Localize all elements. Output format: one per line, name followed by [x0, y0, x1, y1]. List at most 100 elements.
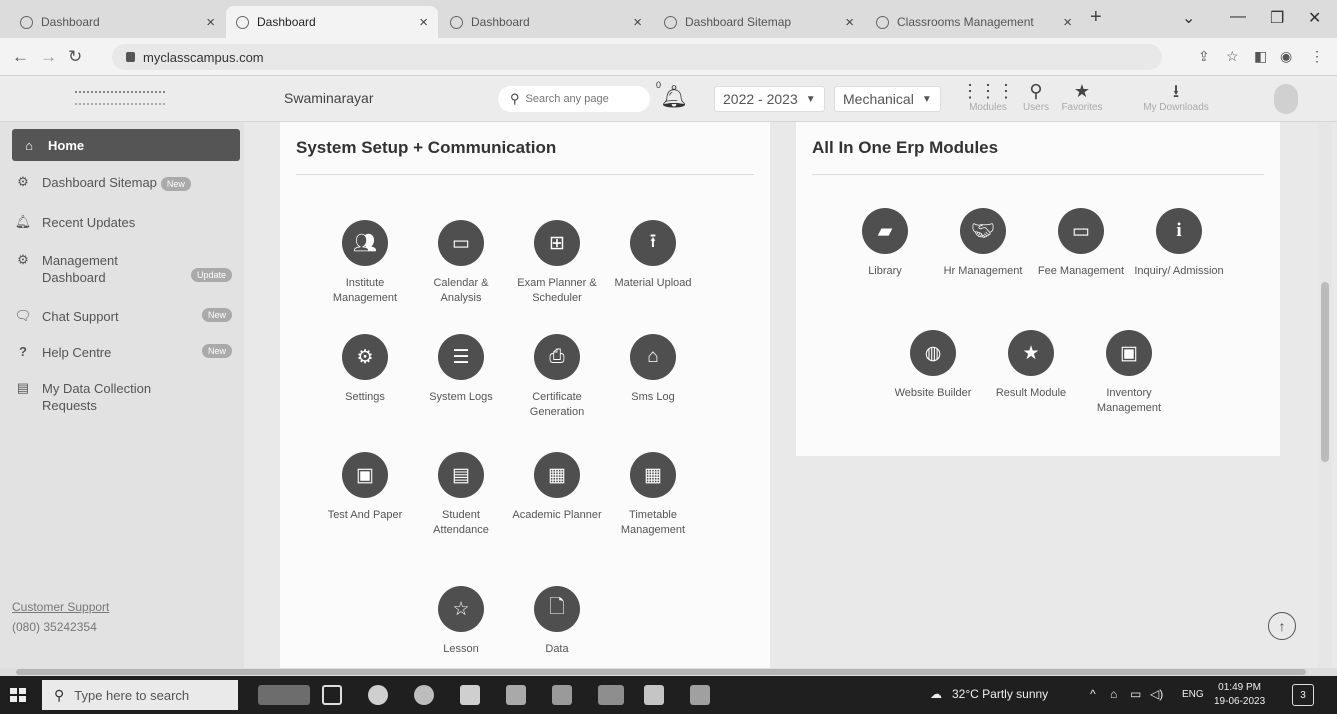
profile-icon[interactable]: ◉ — [1280, 48, 1292, 65]
module-timetable-management[interactable]: ▦ Timetable Management — [608, 452, 698, 538]
customer-support: Customer Support (080) 35242354 — [12, 600, 109, 634]
scroll-to-top-button[interactable]: ↑ — [1268, 612, 1296, 640]
chrome-icon[interactable] — [368, 685, 388, 705]
browser-tab[interactable]: Dashboard × — [440, 6, 652, 38]
module-inquiry-admission[interactable]: i Inquiry/ Admission — [1134, 208, 1224, 279]
module-calendar-analysis[interactable]: ▭ Calendar & Analysis — [416, 220, 506, 306]
close-icon[interactable]: × — [1063, 14, 1072, 31]
document-icon: ▤ — [16, 380, 30, 395]
tab-search-icon[interactable]: ⌄ — [1182, 8, 1195, 28]
reload-icon[interactable]: ↻ — [68, 47, 82, 67]
url-field[interactable]: myclasscampus.com — [112, 44, 1162, 70]
calculator-icon[interactable] — [552, 685, 572, 705]
weather-text[interactable]: 32°C Partly sunny — [952, 687, 1048, 701]
module-material-upload[interactable]: ⭱ Material Upload — [608, 220, 698, 291]
taskbar-search[interactable]: ⚲ Type here to search — [42, 680, 238, 710]
module-academic-planner[interactable]: ▦ Academic Planner — [512, 452, 602, 523]
module-test-and-paper[interactable]: ▣ Test And Paper — [320, 452, 410, 523]
academic-year-select[interactable]: 2022 - 2023 ▼ — [714, 86, 825, 112]
browser-tab-active[interactable]: Dashboard × — [226, 6, 438, 38]
search-input[interactable] — [525, 93, 636, 105]
close-icon[interactable]: × — [206, 14, 215, 31]
customer-support-link[interactable]: Customer Support — [12, 600, 109, 614]
close-icon[interactable]: × — [419, 14, 428, 31]
clock[interactable]: 01:49 PM 19-06-2023 — [1214, 681, 1265, 709]
vertical-scrollbar[interactable] — [1318, 122, 1332, 668]
module-institute-management[interactable]: 👥︎ Institute Management — [320, 220, 410, 306]
minimize-button[interactable]: — — [1230, 8, 1246, 26]
divider — [296, 174, 754, 175]
browser-tab[interactable]: Dashboard × — [10, 6, 225, 38]
sidebar-item-help-centre[interactable]: ? Help Centre New — [14, 344, 238, 361]
module-settings[interactable]: ⚙ Settings — [320, 334, 410, 405]
downloads-label: My Downloads — [1143, 102, 1209, 113]
server-icon: ☰ — [438, 334, 484, 380]
sidebar-item-dashboard-sitemap[interactable]: ⚙ Dashboard Sitemap New — [14, 174, 238, 193]
module-result[interactable]: ★ Result Module — [986, 330, 1076, 401]
weather-icon[interactable]: ☁ — [930, 687, 942, 701]
module-label: System Logs — [429, 391, 493, 403]
sidebar-item-recent-updates[interactable]: 🔔︎ Recent Updates — [14, 214, 238, 231]
language-indicator[interactable]: ENG — [1182, 689, 1204, 700]
module-exam-planner[interactable]: ⊞ Exam Planner & Scheduler — [512, 220, 602, 306]
downloads-link[interactable]: ⭳ My Downloads — [1126, 80, 1226, 113]
restore-button[interactable]: ❐ — [1270, 8, 1284, 28]
campus-logo[interactable] — [60, 84, 180, 112]
word-icon[interactable] — [644, 685, 664, 705]
calendar-icon: ▭ — [438, 220, 484, 266]
scrollbar-thumb[interactable] — [1321, 282, 1329, 462]
close-icon[interactable]: × — [633, 14, 642, 31]
module-fee-management[interactable]: ▭ Fee Management — [1036, 208, 1126, 279]
share-icon[interactable]: ⇪ — [1198, 48, 1210, 65]
file-explorer-icon[interactable] — [460, 685, 480, 705]
task-view-icon[interactable] — [322, 685, 342, 705]
sidebar-item-management-dashboard[interactable]: ⚙ Management Dashboard Update — [14, 252, 238, 286]
chevron-up-icon[interactable]: ^ — [1090, 687, 1096, 701]
bookmark-star-icon[interactable]: ☆ — [1226, 48, 1239, 65]
module-certificate-generation[interactable]: ⎙ Certificate Generation — [512, 334, 602, 420]
module-hr-management[interactable]: 🤝︎ Hr Management — [938, 208, 1028, 279]
browser-tab[interactable]: Classrooms Management × — [866, 6, 1082, 38]
windows-start-icon[interactable] — [10, 688, 26, 702]
close-window-button[interactable]: ✕ — [1308, 8, 1321, 28]
notification-bell-icon[interactable]: 🔔︎ — [660, 84, 688, 110]
module-library[interactable]: ▰ Library — [840, 208, 930, 279]
new-tab-button[interactable]: + — [1090, 6, 1102, 29]
module-system-logs[interactable]: ☰ System Logs — [416, 334, 506, 405]
user-avatar[interactable] — [1274, 84, 1298, 114]
lock-icon — [126, 52, 135, 62]
sidebar-item-home[interactable]: ⌂ Home — [12, 129, 240, 161]
support-phone: (080) 35242354 — [12, 620, 97, 634]
page-search[interactable]: ⚲ — [498, 86, 650, 112]
edge-icon[interactable] — [414, 685, 434, 705]
browser-tab[interactable]: Dashboard Sitemap × — [654, 6, 864, 38]
module-label: Website Builder — [894, 387, 972, 399]
notification-center-icon[interactable]: 3 — [1292, 684, 1314, 706]
news-widget-icon[interactable] — [258, 685, 310, 705]
forward-arrow-icon[interactable]: → — [40, 47, 57, 67]
volume-icon[interactable]: ◁) — [1150, 687, 1163, 701]
department-select[interactable]: Mechanical ▼ — [834, 86, 941, 112]
horizontal-scrollbar[interactable] — [0, 668, 1337, 676]
module-inventory-management[interactable]: ▣ Inventory Management — [1084, 330, 1174, 416]
sidebar-item-chat-support[interactable]: 🗨︎ Chat Support New — [14, 308, 238, 325]
network-icon[interactable]: ⌂ — [1110, 687, 1117, 701]
back-arrow-icon[interactable]: ← — [12, 47, 29, 67]
chrome-active-icon[interactable] — [598, 685, 624, 705]
sidepanel-icon[interactable]: ◧ — [1254, 48, 1267, 65]
image-viewer-icon[interactable] — [690, 685, 710, 705]
module-lesson[interactable]: ☆ Lesson — [416, 586, 506, 657]
module-student-attendance[interactable]: ▤ Student Attendance — [416, 452, 506, 538]
close-icon[interactable]: × — [845, 14, 854, 31]
module-sms-log[interactable]: ⌂ Sms Log — [608, 334, 698, 405]
module-website-builder[interactable]: ◍ Website Builder — [888, 330, 978, 401]
menu-dots-icon[interactable]: ⋮ — [1310, 48, 1324, 65]
sidebar-item-label: Dashboard Sitemap — [42, 175, 157, 190]
favorites-link[interactable]: ★ Favorites — [1054, 80, 1110, 113]
sidebar-item-data-collection[interactable]: ▤ My Data Collection Requests — [14, 380, 238, 414]
battery-icon[interactable]: ▭ — [1130, 687, 1141, 701]
module-data[interactable]: 🗋︎ Data — [512, 586, 602, 657]
home-icon: ⌂ — [25, 137, 33, 153]
scrollbar-thumb[interactable] — [16, 669, 1306, 675]
photos-icon[interactable] — [506, 685, 526, 705]
